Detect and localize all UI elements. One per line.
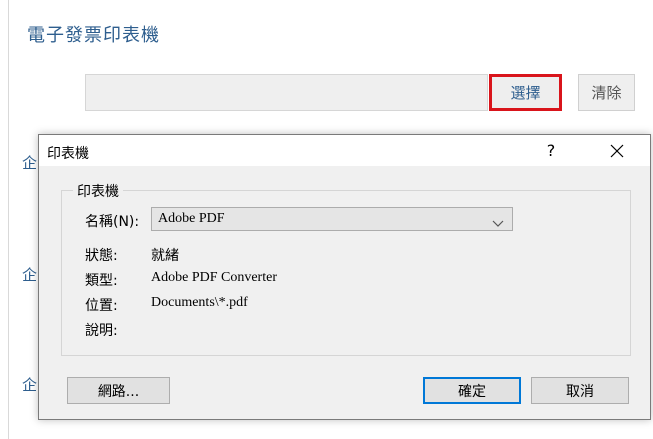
network-button[interactable]: 網路... bbox=[67, 377, 170, 404]
side-label: 企 bbox=[22, 376, 38, 394]
page-title: 電子發票印表機 bbox=[27, 25, 160, 46]
dialog-titlebar[interactable]: 印表機 ? bbox=[39, 135, 650, 166]
side-label: 企 bbox=[22, 266, 38, 284]
status-value: 就緒 bbox=[151, 249, 179, 264]
select-printer-button[interactable]: 選擇 bbox=[489, 74, 562, 111]
ok-button[interactable]: 確定 bbox=[423, 377, 521, 404]
printer-path-field[interactable] bbox=[85, 74, 488, 111]
help-button[interactable]: ? bbox=[537, 139, 565, 163]
printer-name-value: Adobe PDF bbox=[158, 211, 225, 226]
status-label: 狀態: bbox=[85, 248, 118, 264]
comment-label: 說明: bbox=[85, 323, 118, 339]
side-label: 企 bbox=[22, 154, 38, 172]
location-label: 位置: bbox=[85, 298, 118, 314]
chevron-down-icon bbox=[492, 215, 504, 233]
cancel-button[interactable]: 取消 bbox=[531, 377, 629, 404]
clear-button[interactable]: 清除 bbox=[578, 74, 635, 111]
printer-dialog: 印表機 ? 印表機 名稱(N): Adobe PDF 狀態: 就緒 類型: Ad… bbox=[38, 134, 651, 420]
printer-name-select[interactable]: Adobe PDF bbox=[151, 207, 513, 231]
type-label: 類型: bbox=[85, 273, 118, 289]
dialog-title: 印表機 bbox=[47, 146, 89, 162]
group-label: 印表機 bbox=[73, 181, 123, 201]
location-value: Documents\*.pdf bbox=[151, 295, 248, 310]
name-label: 名稱(N): bbox=[85, 214, 140, 230]
close-icon[interactable] bbox=[599, 137, 635, 165]
type-value: Adobe PDF Converter bbox=[151, 270, 277, 285]
